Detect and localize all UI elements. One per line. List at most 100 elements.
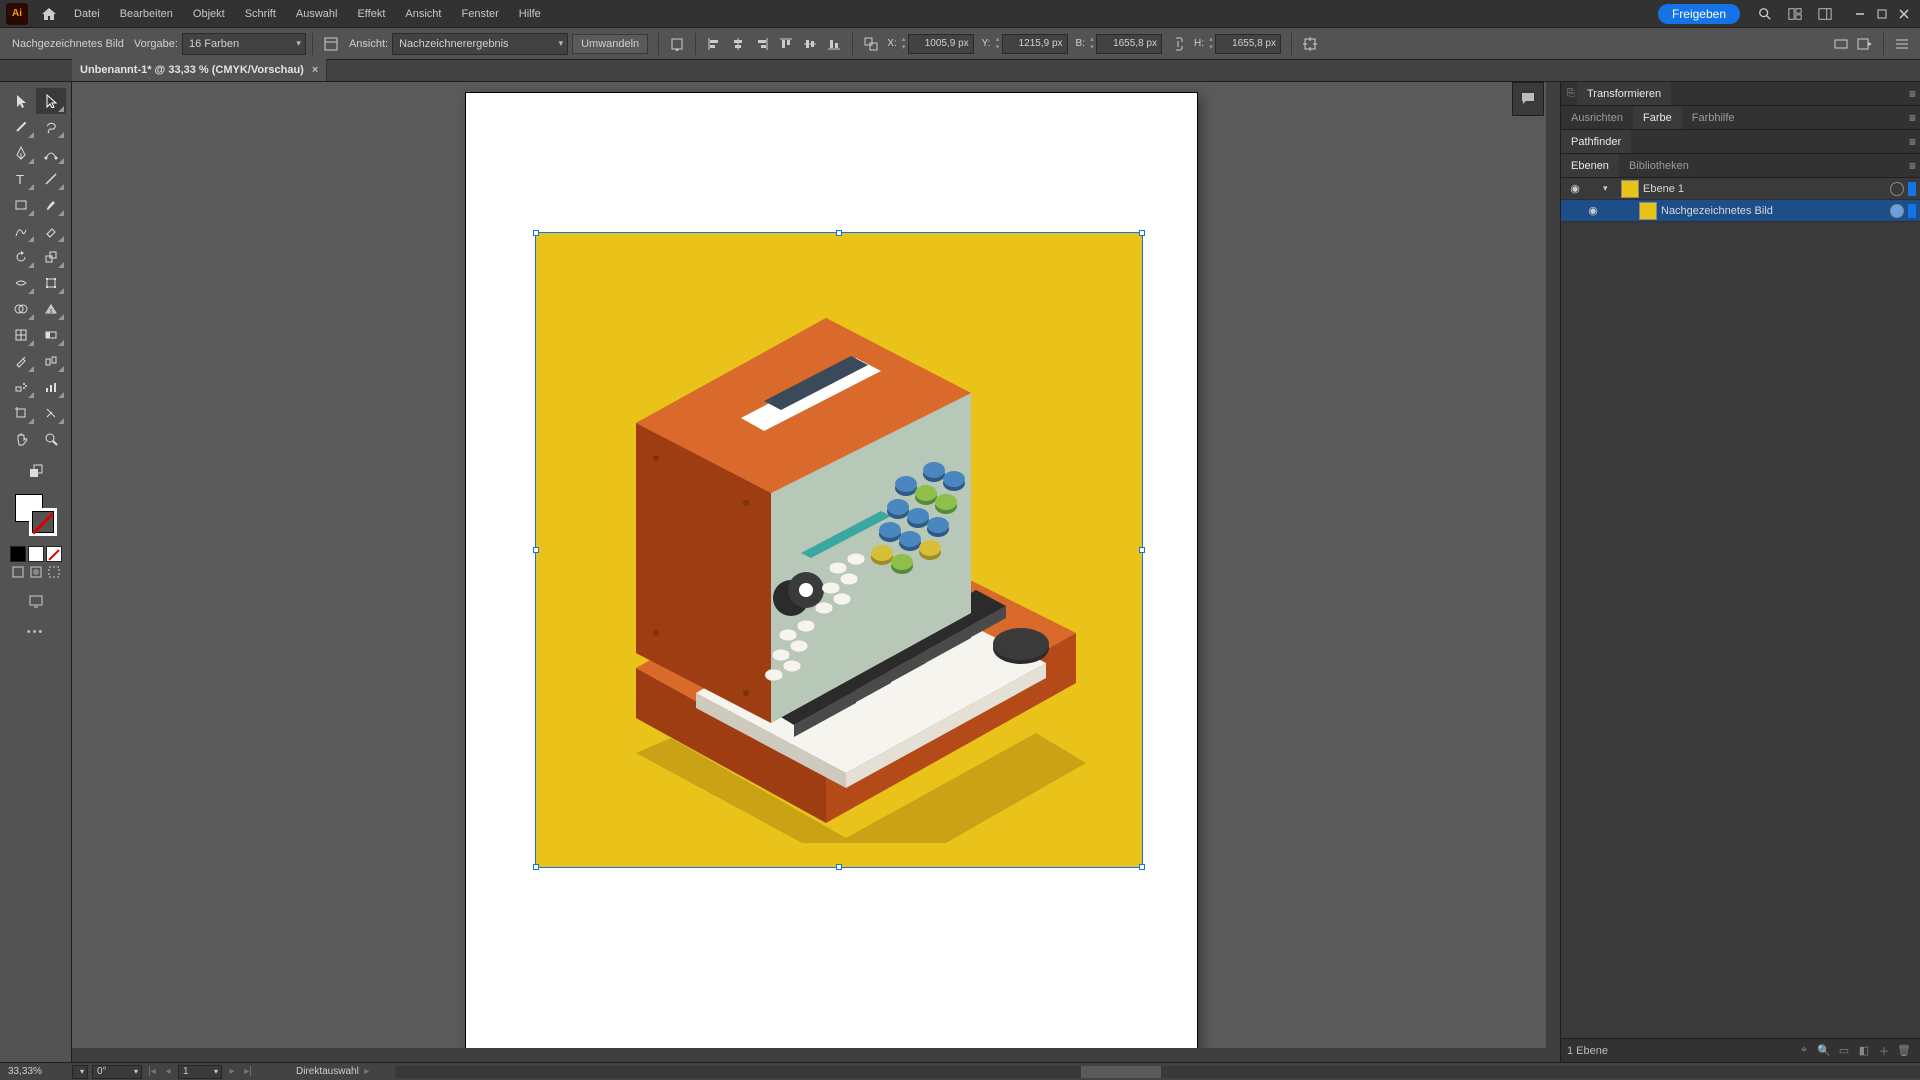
panel-menu-icon[interactable]: ≡ <box>1909 135 1916 149</box>
type-tool[interactable]: T <box>6 166 36 192</box>
align-hcenter-icon[interactable] <box>727 33 749 55</box>
menu-auswahl[interactable]: Auswahl <box>286 0 348 27</box>
panel-menu-icon[interactable]: ≡ <box>1909 159 1916 173</box>
expand-button[interactable]: Umwandeln <box>572 34 648 54</box>
hscroll-track[interactable] <box>395 1066 1920 1078</box>
visibility-toggle-icon[interactable]: ◉ <box>1583 204 1603 217</box>
pen-tool[interactable] <box>6 140 36 166</box>
toggle-fill-stroke[interactable] <box>24 458 48 484</box>
search-icon[interactable] <box>1752 1 1778 27</box>
menu-effekt[interactable]: Effekt <box>347 0 395 27</box>
rotate-view-select[interactable]: 0° <box>92 1065 142 1079</box>
next-artboard-icon[interactable]: ▸ <box>224 1066 240 1077</box>
slice-tool[interactable] <box>36 400 66 426</box>
close-window-icon[interactable] <box>1894 4 1914 24</box>
view-select[interactable]: Nachzeichnerergebnis <box>392 33 568 55</box>
scale-tool[interactable] <box>36 244 66 270</box>
fill-stroke-swatch[interactable] <box>13 492 59 538</box>
home-icon[interactable] <box>36 1 62 27</box>
direct-selection-tool[interactable] <box>36 88 66 114</box>
shaper-tool[interactable] <box>6 218 36 244</box>
draw-normal-icon[interactable] <box>10 564 26 580</box>
artboard-tool[interactable] <box>6 400 36 426</box>
gradient-tool[interactable] <box>36 322 66 348</box>
trace-panel-icon[interactable] <box>320 33 342 55</box>
color-mode-none[interactable] <box>46 546 62 562</box>
artboard-number[interactable]: 1 <box>178 1065 222 1079</box>
tab-layers[interactable]: Ebenen <box>1561 154 1619 177</box>
new-sublayer-icon[interactable]: ◧ <box>1854 1044 1874 1057</box>
hand-tool[interactable] <box>6 426 36 452</box>
menu-datei[interactable]: Datei <box>64 0 110 27</box>
layer-row[interactable]: ◉ ▾ Ebene 1 <box>1561 178 1920 200</box>
new-layer-icon[interactable]: ＋ <box>1874 1043 1894 1059</box>
align-bottom-icon[interactable] <box>823 33 845 55</box>
handle-ml[interactable] <box>533 547 539 553</box>
menu-schrift[interactable]: Schrift <box>235 0 286 27</box>
menu-hilfe[interactable]: Hilfe <box>509 0 551 27</box>
menu-objekt[interactable]: Objekt <box>183 0 235 27</box>
perspective-grid-tool[interactable] <box>36 296 66 322</box>
tab-pathfinder[interactable]: Pathfinder <box>1561 130 1631 153</box>
panel-menu-icon[interactable]: ≡ <box>1909 87 1916 101</box>
h-value[interactable]: 1655,8 px <box>1215 34 1281 54</box>
tab-libraries[interactable]: Bibliotheken <box>1619 154 1699 177</box>
eyedropper-tool[interactable] <box>6 348 36 374</box>
rotate-tool[interactable] <box>6 244 36 270</box>
last-artboard-icon[interactable]: ▸| <box>240 1066 256 1077</box>
graph-tool[interactable] <box>36 374 66 400</box>
status-menu-icon[interactable]: ▸ <box>359 1066 375 1077</box>
color-mode-solid[interactable] <box>10 546 26 562</box>
isolate-icon[interactable] <box>1299 33 1321 55</box>
blend-tool[interactable] <box>36 348 66 374</box>
first-artboard-icon[interactable]: |◂ <box>144 1066 160 1077</box>
layer-row[interactable]: ◉ Nachgezeichnetes Bild <box>1561 200 1920 222</box>
collapsed-comments-panel[interactable] <box>1512 82 1544 116</box>
maximize-icon[interactable] <box>1872 4 1892 24</box>
doc-setup-icon[interactable] <box>1854 33 1876 55</box>
close-tab-icon[interactable]: × <box>312 64 318 76</box>
handle-mr[interactable] <box>1139 547 1145 553</box>
link-wh-icon[interactable] <box>1167 33 1189 55</box>
handle-tm[interactable] <box>836 230 842 236</box>
symbol-sprayer-tool[interactable] <box>6 374 36 400</box>
minimize-icon[interactable] <box>1850 4 1870 24</box>
handle-bl[interactable] <box>533 864 539 870</box>
zoom-tool[interactable] <box>36 426 66 452</box>
expand-layer-icon[interactable]: ▾ <box>1603 183 1617 194</box>
lasso-tool[interactable] <box>36 114 66 140</box>
screen-mode-icon[interactable] <box>21 588 51 614</box>
locate-layer-icon[interactable]: ⌖ <box>1794 1044 1814 1057</box>
shape-builder-tool[interactable] <box>6 296 36 322</box>
prev-artboard-icon[interactable]: ◂ <box>160 1066 176 1077</box>
make-clip-icon[interactable]: ▭ <box>1834 1044 1854 1057</box>
color-mode-gradient[interactable] <box>28 546 44 562</box>
free-transform-tool[interactable] <box>36 270 66 296</box>
width-tool[interactable] <box>6 270 36 296</box>
handle-tl[interactable] <box>533 230 539 236</box>
curvature-tool[interactable] <box>36 140 66 166</box>
gpu-preview-icon[interactable] <box>1830 33 1852 55</box>
search-layer-icon[interactable]: 🔍 <box>1814 1044 1834 1057</box>
line-tool[interactable] <box>36 166 66 192</box>
panel-menu-icon[interactable]: ≡ <box>1909 111 1916 125</box>
zoom-value[interactable]: 33,33% <box>0 1066 70 1077</box>
edit-toolbar-icon[interactable]: ••• <box>27 626 45 638</box>
layer-name[interactable]: Nachgezeichnetes Bild <box>1661 205 1886 217</box>
zoom-dropdown[interactable] <box>72 1065 88 1079</box>
canvas-viewport[interactable] <box>72 82 1560 1062</box>
horizontal-scrollbar[interactable] <box>72 1048 1560 1062</box>
menu-ansicht[interactable]: Ansicht <box>395 0 451 27</box>
align-left-icon[interactable] <box>703 33 725 55</box>
visibility-toggle-icon[interactable]: ◉ <box>1565 182 1585 195</box>
arrange-documents-icon[interactable] <box>1782 1 1808 27</box>
draw-behind-icon[interactable] <box>28 564 44 580</box>
document-tab[interactable]: Unbenannt-1* @ 33,33 % (CMYK/Vorschau) × <box>72 59 327 81</box>
menu-fenster[interactable]: Fenster <box>451 0 508 27</box>
handle-br[interactable] <box>1139 864 1145 870</box>
tab-transform[interactable]: Transformieren <box>1577 82 1671 105</box>
target-icon[interactable] <box>1890 182 1904 196</box>
workspace-switcher-icon[interactable] <box>1812 1 1838 27</box>
hscroll-thumb[interactable] <box>1081 1066 1161 1078</box>
handle-tr[interactable] <box>1139 230 1145 236</box>
